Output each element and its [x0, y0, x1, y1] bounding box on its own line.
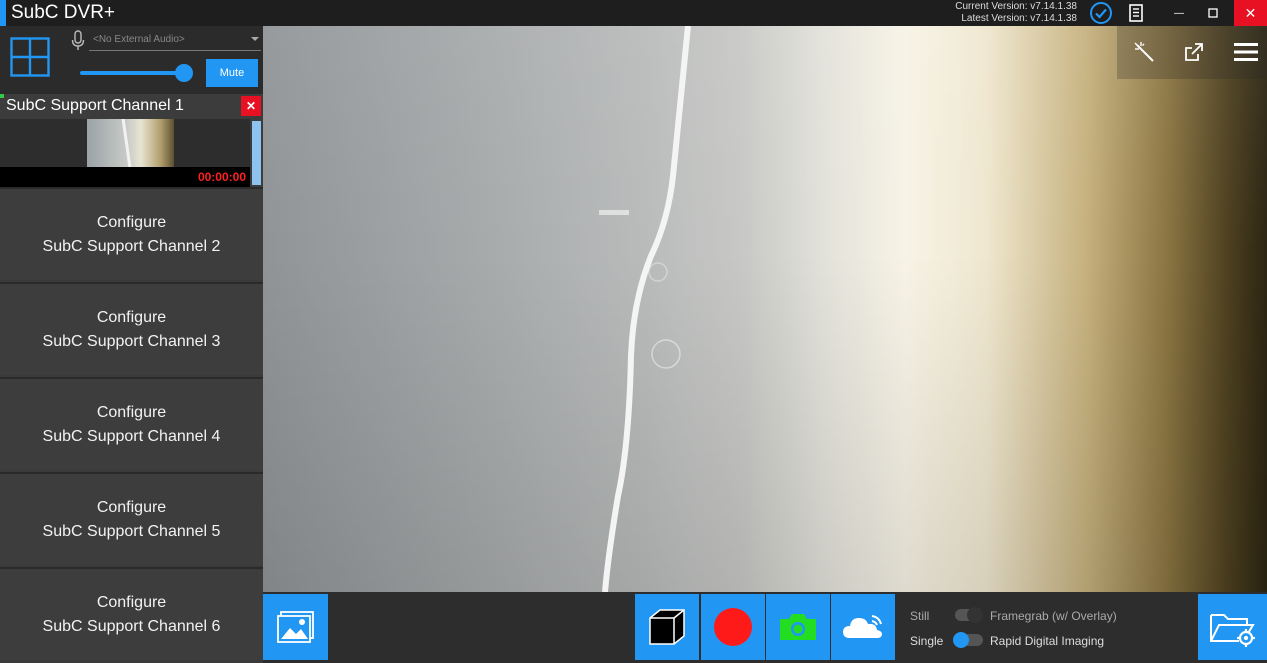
image-gallery-icon	[276, 611, 314, 643]
channel-1-tile[interactable]: SubC Support Channel 1 ✕ 00:00:00	[0, 94, 263, 187]
version-info: Current Version: v7.14.1.38 Latest Versi…	[955, 1, 1077, 25]
close-button[interactable]: ✕	[1234, 0, 1267, 26]
capture-toolbar: Still Framegrab (w/ Overlay) Single Rapi…	[263, 592, 1267, 663]
channel-name: SubC Support Channel 4	[42, 427, 221, 445]
configure-channel-3-button[interactable]: Configure SubC Support Channel 3	[0, 282, 263, 375]
configure-channel-4-button[interactable]: Configure SubC Support Channel 4	[0, 377, 263, 470]
app-title: SubC DVR+	[11, 2, 116, 23]
hamburger-menu-icon[interactable]	[1232, 38, 1260, 66]
scrollbar-thumb[interactable]	[252, 121, 261, 185]
volume-slider-track[interactable]	[80, 71, 187, 75]
channel-name: SubC Support Channel 6	[42, 617, 221, 635]
single-label: Single	[910, 634, 944, 648]
mute-button[interactable]: Mute	[206, 59, 258, 87]
framegrab-toggle[interactable]	[955, 607, 983, 623]
record-icon	[714, 608, 752, 646]
record-button[interactable]	[701, 594, 765, 660]
framegrab-label: Framegrab (w/ Overlay)	[990, 609, 1117, 623]
cloud-stream-icon	[843, 615, 882, 638]
folder-settings-icon	[1209, 614, 1255, 647]
layout-grid-button[interactable]	[10, 37, 50, 77]
channel-1-thumbnail	[87, 119, 174, 167]
audio-device-select[interactable]: <No External Audio>	[89, 31, 261, 51]
document-icon[interactable]	[1124, 1, 1148, 25]
recording-timer: 00:00:00	[197, 170, 246, 184]
channel-name: SubC Support Channel 5	[42, 522, 221, 540]
camera-icon	[780, 614, 816, 640]
configure-label: Configure	[96, 213, 167, 231]
minimize-icon: —	[1174, 7, 1184, 19]
microphone-icon	[70, 30, 86, 52]
configure-channel-5-button[interactable]: Configure SubC Support Channel 5	[0, 472, 263, 565]
subc-dvr-app: SubC DVR+ Current Version: v7.14.1.38 La…	[0, 0, 1267, 663]
channel-1-close-button[interactable]: ✕	[241, 96, 261, 116]
video-toolbar	[1117, 26, 1267, 79]
minimize-button[interactable]: —	[1161, 0, 1197, 26]
magic-wand-icon[interactable]	[1130, 38, 1158, 66]
configure-channel-6-button[interactable]: Configure SubC Support Channel 6	[0, 567, 263, 660]
close-icon: ✕	[1244, 4, 1257, 21]
configure-label: Configure	[96, 403, 167, 421]
title-bar[interactable]: SubC DVR+ Current Version: v7.14.1.38 La…	[0, 0, 1267, 26]
cube-icon	[649, 609, 685, 645]
channel-name: SubC Support Channel 3	[42, 332, 221, 350]
channel-panel: <No External Audio> Mute SubC Support Ch…	[0, 26, 263, 663]
maximize-button[interactable]	[1195, 0, 1231, 26]
current-version: Current Version: v7.14.1.38	[955, 1, 1077, 12]
video-view[interactable]	[263, 26, 1267, 592]
snapshot-button[interactable]	[766, 594, 830, 660]
maximize-icon	[1208, 8, 1218, 18]
cloud-stream-button[interactable]	[831, 594, 895, 660]
channel-1-title: SubC Support Channel 1	[6, 97, 184, 114]
configure-label: Configure	[96, 498, 167, 516]
gallery-button[interactable]	[263, 594, 328, 660]
audio-device-value: <No External Audio>	[93, 34, 185, 45]
title-accent	[0, 0, 6, 26]
live-indicator	[0, 94, 4, 98]
check-circle-icon[interactable]	[1089, 1, 1113, 25]
channel-1-header: SubC Support Channel 1 ✕	[0, 94, 263, 119]
chevron-down-icon	[251, 37, 259, 41]
channel-name: SubC Support Channel 2	[42, 237, 221, 255]
configure-label: Configure	[96, 308, 167, 326]
rapid-imaging-label: Rapid Digital Imaging	[990, 634, 1105, 648]
still-label: Still	[910, 609, 930, 623]
rapid-imaging-toggle[interactable]	[953, 632, 983, 648]
toggle-knob	[967, 607, 983, 623]
volume-slider-thumb[interactable]	[175, 64, 193, 82]
latest-version: Latest Version: v7.14.1.38	[961, 13, 1077, 24]
configure-label: Configure	[96, 593, 167, 611]
video-cable-line	[599, 26, 691, 592]
grid-icon	[10, 37, 50, 77]
close-icon: ✕	[245, 99, 257, 113]
channel-1-preview[interactable]	[0, 119, 250, 167]
open-folder-settings-button[interactable]	[1198, 594, 1267, 660]
configure-channel-2-button[interactable]: Configure SubC Support Channel 2	[0, 187, 263, 280]
toggle-knob	[953, 632, 969, 648]
external-link-icon[interactable]	[1180, 38, 1208, 66]
overlay-button[interactable]	[635, 594, 699, 660]
audio-controls: <No External Audio> Mute	[0, 26, 263, 94]
